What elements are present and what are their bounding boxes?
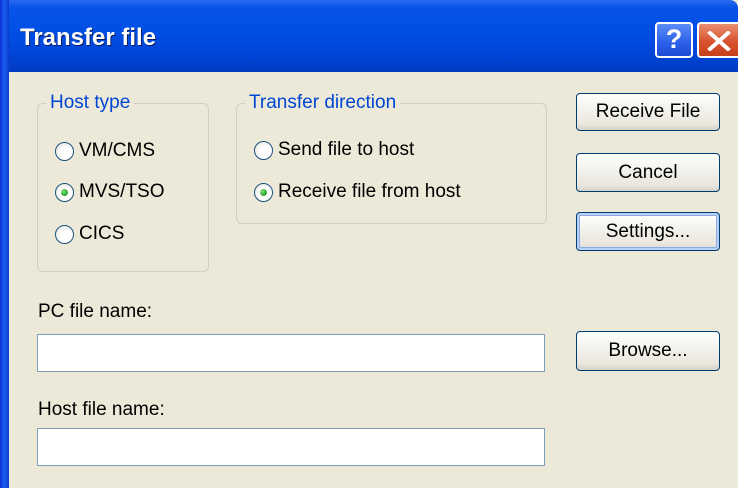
help-button[interactable]: ?	[655, 22, 693, 58]
settings-button[interactable]: Settings...	[576, 212, 720, 251]
receive-file-button[interactable]: Receive File	[576, 93, 720, 131]
radio-vm-cms-indicator	[55, 141, 74, 161]
radio-cics-indicator	[55, 224, 74, 244]
transfer-direction-legend: Transfer direction	[245, 91, 401, 115]
radio-cics-label: CICS	[79, 223, 125, 244]
cancel-button[interactable]: Cancel	[576, 153, 720, 192]
radio-receive-file[interactable]: Receive file from host	[254, 181, 461, 203]
host-file-name-label: Host file name:	[38, 399, 165, 420]
radio-send-file-label: Send file to host	[278, 139, 415, 160]
host-file-name-input[interactable]	[37, 428, 545, 466]
radio-cics[interactable]: CICS	[55, 223, 124, 245]
transfer-file-dialog: Transfer file ? Host type VM/CMS MVS/TSO…	[0, 0, 738, 488]
radio-mvs-tso[interactable]: MVS/TSO	[55, 181, 165, 203]
title-bar[interactable]: Transfer file ?	[0, 0, 738, 72]
radio-vm-cms[interactable]: VM/CMS	[55, 140, 155, 162]
radio-mvs-tso-label: MVS/TSO	[79, 181, 165, 202]
window-left-border	[0, 0, 9, 488]
pc-file-name-label: PC file name:	[38, 301, 153, 322]
radio-mvs-tso-indicator	[55, 182, 74, 202]
pc-file-name-input[interactable]	[37, 334, 545, 372]
radio-selected-dot	[61, 188, 68, 196]
radio-send-file-indicator	[254, 140, 273, 160]
window-title: Transfer file	[20, 24, 157, 51]
radio-send-file[interactable]: Send file to host	[254, 139, 414, 161]
close-icon	[707, 31, 731, 51]
radio-receive-file-indicator	[254, 182, 273, 202]
close-button[interactable]	[697, 22, 738, 58]
radio-receive-file-label: Receive file from host	[278, 181, 461, 202]
host-type-legend: Host type	[46, 91, 135, 115]
browse-button[interactable]: Browse...	[576, 331, 720, 371]
transfer-direction-group: Transfer direction	[236, 91, 547, 224]
radio-selected-dot	[260, 188, 267, 196]
radio-vm-cms-label: VM/CMS	[79, 140, 155, 161]
help-icon: ?	[665, 24, 683, 54]
